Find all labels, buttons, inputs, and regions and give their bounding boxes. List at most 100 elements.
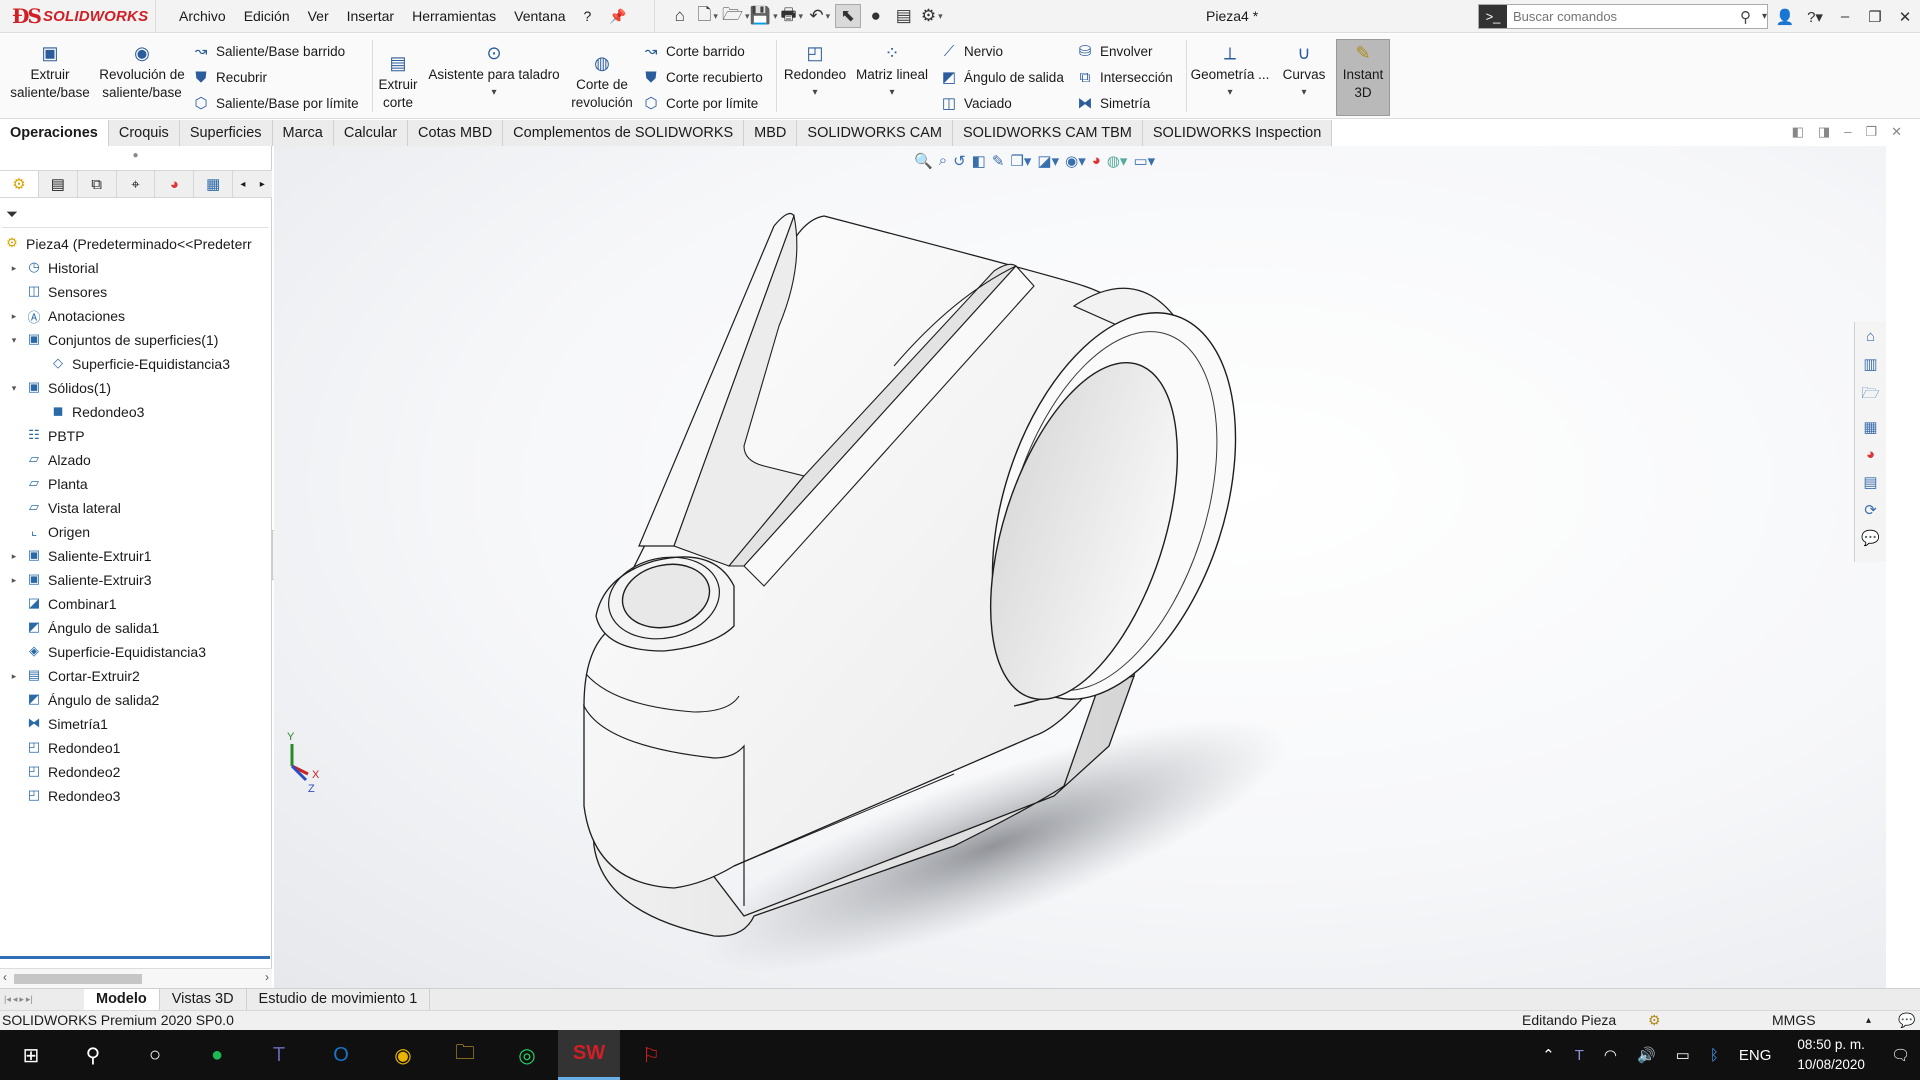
tree-root[interactable]: ⚙ Pieza4 (Predeterminado<<Predeterr [0, 232, 272, 256]
search-icon[interactable]: ⚲ [62, 1030, 124, 1080]
configuration-manager-icon[interactable]: ⧉ [78, 171, 117, 197]
chevron-right-icon[interactable]: ▸ [253, 171, 272, 197]
chevron-down-icon[interactable]: ▾ [4, 383, 24, 394]
tab-marca[interactable]: Marca [272, 120, 334, 146]
tree-node[interactable]: ◼ Redondeo3 [0, 400, 272, 424]
filter-icon[interactable]: ⏷ [2, 202, 268, 228]
chevron-right-icon[interactable]: ▸ [4, 311, 24, 322]
file-properties-icon[interactable]: ▤ [891, 4, 917, 28]
minimize-icon[interactable]: – [1844, 124, 1851, 140]
teams-icon[interactable]: T [248, 1030, 310, 1080]
restore-icon[interactable]: ❐ [1865, 124, 1877, 140]
boundary-cut-button[interactable]: ⬡ Corte por límite [640, 92, 758, 114]
home-icon[interactable]: ⌂ [667, 4, 693, 28]
chevron-left-icon[interactable]: ‹ [3, 970, 7, 984]
tab-operaciones[interactable]: Operaciones [0, 120, 109, 146]
menu-ver[interactable]: Ver [299, 0, 338, 33]
close-icon[interactable]: ✕ [1891, 124, 1902, 140]
traffic-light-icon[interactable]: ● [863, 4, 889, 28]
tab-estudio-movimiento[interactable]: Estudio de movimiento 1 [247, 989, 431, 1010]
tree-node[interactable]: ◪ Combinar1 [0, 592, 272, 616]
swept-cut-button[interactable]: ↝ Corte barrido [640, 40, 745, 62]
outlook-icon[interactable]: O [310, 1030, 372, 1080]
solidworks-taskbar-icon[interactable]: SW [558, 1030, 620, 1080]
menu-archivo[interactable]: Archivo [170, 0, 235, 33]
wifi-icon[interactable]: ◠ [1594, 1046, 1627, 1064]
menu-help[interactable]: ? [575, 0, 601, 33]
tree-node[interactable]: ◩ Ángulo de salida2 [0, 688, 272, 712]
appearances-icon[interactable]: ◕ [1866, 446, 1875, 463]
tab-calcular[interactable]: Calcular [333, 120, 409, 146]
chevron-down-icon[interactable]: ▾ [1227, 84, 1232, 102]
tooltip-icon[interactable]: 💬 [1898, 1011, 1915, 1030]
tree-node[interactable]: ◫ Sensores [0, 280, 272, 304]
tree-node[interactable]: ▱ Planta [0, 472, 272, 496]
tree-node[interactable]: ▸ ▤ Cortar-Extruir2 [0, 664, 272, 688]
loft-button[interactable]: ⛊ Recubrir [190, 66, 267, 88]
file-explorer-icon[interactable]: 🗀 [434, 1030, 496, 1080]
chevron-up-icon[interactable]: ▴ [1866, 1011, 1871, 1030]
chevron-right-icon[interactable]: ▸ [4, 263, 24, 274]
close-icon[interactable]: ✕ [1890, 8, 1920, 26]
tab-solidworks-cam-tbm[interactable]: SOLIDWORKS CAM TBM [952, 120, 1143, 146]
last-tab-icon[interactable]: ▸| [26, 994, 33, 1005]
open-folder-icon[interactable]: 🗁 [722, 4, 749, 28]
linear-pattern-button[interactable]: ⁘ Matriz lineal ▾ [852, 40, 932, 102]
prev-tab-icon[interactable]: ◂ [13, 994, 18, 1005]
wrap-button[interactable]: ⛁ Envolver [1074, 40, 1153, 62]
first-tab-icon[interactable]: |◂ [4, 994, 11, 1005]
restore-icon[interactable]: ❐ [1860, 8, 1890, 26]
boundary-boss-button[interactable]: ⬡ Saliente/Base por límite [190, 92, 358, 114]
chevron-right-icon[interactable]: ▸ [4, 671, 24, 682]
tree-node[interactable]: ▱ Alzado [0, 448, 272, 472]
tab-vistas-3d[interactable]: Vistas 3D [160, 989, 247, 1010]
display-manager-icon[interactable]: ◕ [155, 171, 195, 197]
mirror-button[interactable]: ⧓ Simetría [1074, 92, 1151, 114]
tab-cotas-mbd[interactable]: Cotas MBD [408, 120, 504, 146]
revolve-boss-button[interactable]: ◉ Revolución de saliente/base [96, 40, 188, 102]
select-cursor-icon[interactable]: ⬉ [834, 4, 861, 28]
search-input[interactable] [1507, 9, 1740, 24]
chevron-down-icon[interactable]: ▾ [1762, 11, 1767, 22]
lofted-cut-button[interactable]: ⛊ Corte recubierto [640, 66, 762, 88]
tree-node[interactable]: ☷ PBTP [0, 424, 272, 448]
tree-node[interactable]: ▾ ▣ Sólidos(1) [0, 376, 272, 400]
dimxpert-icon[interactable]: ⌖ [117, 171, 156, 197]
tree-node[interactable]: ⧓ Simetría1 [0, 712, 272, 736]
volume-icon[interactable]: 🔊 [1627, 1046, 1666, 1064]
new-document-icon[interactable]: 🗋 [695, 4, 721, 28]
tab-complementos[interactable]: Complementos de SOLIDWORKS [503, 120, 745, 146]
forum-icon[interactable]: 💬 [1861, 529, 1880, 547]
teams-tray-icon[interactable]: T [1565, 1047, 1594, 1064]
menu-herramientas[interactable]: Herramientas [403, 0, 505, 33]
undo-icon[interactable]: ↶ [807, 4, 833, 28]
clock[interactable]: 08:50 p. m. 10/08/2020 [1781, 1035, 1881, 1075]
menu-ventana[interactable]: Ventana [505, 0, 574, 33]
minimize-icon[interactable]: – [1830, 8, 1860, 25]
home-icon[interactable]: ⌂ [1866, 328, 1875, 345]
chevron-right-icon[interactable]: ▸ [4, 575, 24, 586]
tree-node[interactable]: ◰ Redondeo2 [0, 760, 272, 784]
tree-node[interactable]: ◰ Redondeo1 [0, 736, 272, 760]
tree-node[interactable]: ▸ ▣ Saliente-Extruir1 [0, 544, 272, 568]
horizontal-scrollbar[interactable]: ‹ › [0, 968, 272, 988]
menu-insertar[interactable]: Insertar [338, 0, 403, 33]
help-icon[interactable]: ?▾ [1800, 8, 1830, 26]
tree-node[interactable]: ▾ ▣ Conjuntos de superficies(1) [0, 328, 272, 352]
tree-node[interactable]: ◰ Redondeo3 [0, 784, 272, 808]
reference-geometry-button[interactable]: ⟂ Geometría ... ▾ [1190, 40, 1270, 102]
rebuild-icon[interactable]: ⚙ [1648, 1011, 1661, 1030]
tile-right-icon[interactable]: ◨ [1818, 124, 1830, 140]
tab-modelo[interactable]: Modelo [84, 989, 160, 1010]
menu-edicion[interactable]: Edición [235, 0, 299, 33]
tree-node[interactable]: ◈ Superficie-Equidistancia3 [0, 640, 272, 664]
unit-system[interactable]: MMGS [1772, 1011, 1816, 1030]
solidworks-logo[interactable]: ƉS SOLIDWORKS [0, 0, 156, 33]
chevron-down-icon[interactable]: ▾ [1301, 84, 1306, 102]
tree-node[interactable]: ⌞ Origen [0, 520, 272, 544]
tab-solidworks-inspection[interactable]: SOLIDWORKS Inspection [1142, 120, 1333, 146]
tree-node[interactable]: ▸ Ⓐ Anotaciones [0, 304, 272, 328]
tree-node[interactable]: ◇ Superficie-Equidistancia3 [0, 352, 272, 376]
cortana-icon[interactable]: ○ [124, 1030, 186, 1080]
tree-node[interactable]: ▸ ◷ Historial [0, 256, 272, 280]
